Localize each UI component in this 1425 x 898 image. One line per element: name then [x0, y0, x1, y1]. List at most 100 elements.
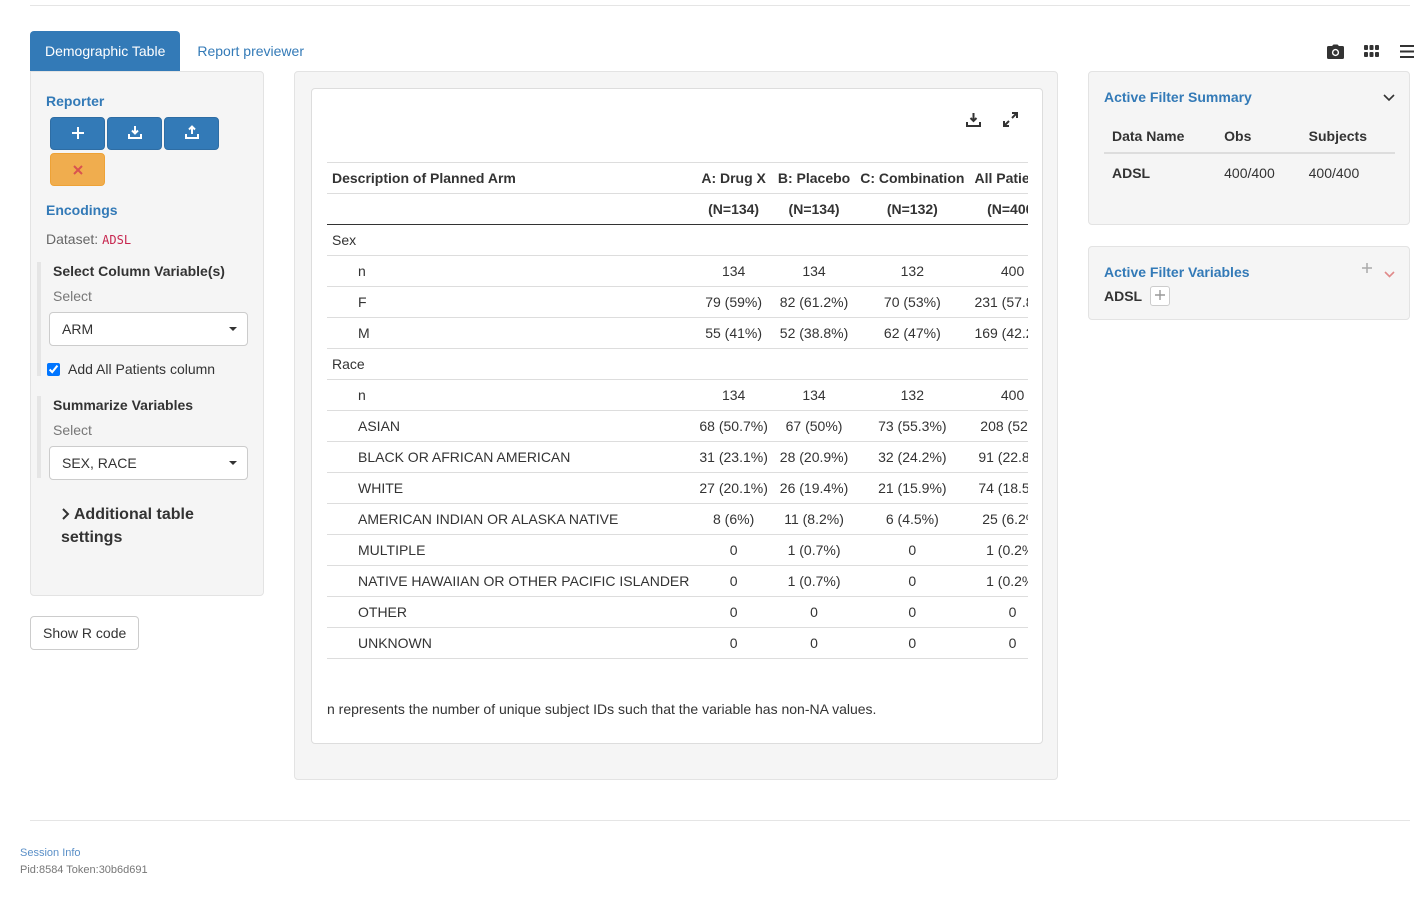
table-cell: 8 (6%) — [694, 503, 773, 535]
table-cell: 400/400 — [1224, 164, 1275, 181]
tab-report-previewer[interactable]: Report previewer — [180, 31, 319, 71]
expand-button[interactable] — [998, 109, 1022, 133]
table-cell: 0 — [772, 596, 856, 628]
column-header: B: Placebo — [772, 162, 856, 194]
table-cell: 231 (57.8%) — [969, 286, 1028, 318]
table-cell: 132 — [855, 255, 970, 287]
table-cell: 134 — [694, 379, 773, 411]
table-subheader-row: (N=134)(N=134)(N=132)(N=400) — [327, 193, 1028, 225]
table-spacer-row — [327, 658, 1028, 682]
table-cell: 400 — [969, 255, 1028, 287]
add-filter-icon[interactable] — [1361, 261, 1373, 277]
table-row: ADSL 400/400 400/400 — [1104, 153, 1395, 191]
download-table-button[interactable] — [961, 109, 985, 133]
row-label: MULTIPLE — [327, 534, 695, 566]
table-row: n 134 134 132 400 — [327, 379, 1028, 411]
table-cell: 208 (52%) — [969, 410, 1028, 442]
row-label: UNKNOWN — [327, 627, 695, 659]
table-cell: 31 (23.1%) — [694, 441, 773, 473]
table-cell: 70 (53%) — [855, 286, 970, 318]
row-label: Race — [327, 348, 695, 380]
row-label-subheader — [327, 193, 695, 225]
table-cell — [969, 224, 1028, 256]
download-icon — [127, 125, 142, 142]
summarize-variables-select[interactable]: SEX, RACE — [49, 446, 248, 480]
row-label: OTHER — [327, 596, 695, 628]
table-row: ASIAN 68 (50.7%) 67 (50%) 73 (55.3%) 208 (52… — [327, 410, 1028, 442]
camera-icon[interactable] — [1317, 40, 1353, 62]
table-row: UNKNOWN 0 0 0 0 — [327, 627, 1028, 659]
row-label: WHITE — [327, 472, 695, 504]
chevron-down-icon[interactable] — [1384, 265, 1395, 281]
top-toolbar — [1317, 40, 1425, 62]
row-label: AMERICAN INDIAN OR ALASKA NATIVE — [327, 503, 695, 535]
row-label-header: Description of Planned Arm — [327, 162, 695, 194]
add-all-patients-checkbox[interactable] — [47, 362, 60, 376]
table-row: WHITE 27 (20.1%) 26 (19.4%) 21 (15.9%) 74 (1… — [327, 472, 1028, 504]
table-cell — [772, 348, 856, 380]
table-cell: 400 — [969, 379, 1028, 411]
table-body: Sex n 134 134 132 400 F 79 (59%) 82 (61.2%) 70 (5… — [327, 224, 1028, 682]
reset-icon — [72, 162, 83, 178]
table-cell: 21 (15.9%) — [855, 472, 970, 504]
table-card: Description of Planned Arm A: Drug X B: Pl… — [311, 88, 1043, 744]
table-cell — [855, 224, 970, 256]
session-info-link[interactable]: Session Info — [20, 847, 81, 859]
reset-report-button[interactable] — [50, 153, 105, 186]
row-label: M — [327, 317, 695, 349]
row-label: NATIVE HAWAIIAN OR OTHER PACIFIC ISLANDE… — [327, 565, 695, 597]
column-variable-select[interactable]: ARM — [49, 312, 248, 346]
table-cell: 169 (42.2%) — [969, 317, 1028, 349]
table-row: NATIVE HAWAIIAN OR OTHER PACIFIC ISLANDE… — [327, 565, 1028, 597]
summarize-variables-value: SEX, RACE — [62, 455, 137, 471]
table-cell: 62 (47%) — [855, 317, 970, 349]
menu-icon[interactable] — [1389, 40, 1425, 62]
table-cell: 1 (0.7%) — [772, 534, 856, 566]
table-cell: 0 — [694, 596, 773, 628]
dataset-label: Dataset: — [46, 231, 99, 247]
table-group-row: Race — [327, 348, 1028, 380]
table-cell: 0 — [694, 534, 773, 566]
column-header: Obs — [1216, 119, 1301, 154]
column-header: C: Combination — [855, 162, 970, 194]
add-card-button[interactable] — [50, 117, 105, 150]
table-cell: 73 (55.3%) — [855, 410, 970, 442]
table-cell: 0 — [694, 627, 773, 659]
table-cell: 26 (19.4%) — [772, 472, 856, 504]
download-report-button[interactable] — [107, 117, 162, 150]
grid-icon[interactable] — [1353, 40, 1389, 62]
demographic-table: Description of Planned Arm A: Drug X B: Pl… — [327, 162, 1028, 682]
tab-demographic-table[interactable]: Demographic Table — [30, 31, 181, 71]
filter-summary-panel: Active Filter Summary Data Name Obs Subj… — [1088, 71, 1410, 225]
table-scroll-area[interactable]: Description of Planned Arm A: Drug X B: Pl… — [327, 162, 1028, 682]
column-count-header: (N=134) — [772, 193, 856, 225]
table-cell: 134 — [772, 379, 856, 411]
add-variable-filter-button[interactable] — [1150, 286, 1171, 306]
table-cell: 0 — [694, 565, 773, 597]
upload-report-button[interactable] — [164, 117, 219, 150]
filter-variables-title: Active Filter Variables — [1104, 264, 1250, 280]
chevron-right-icon — [61, 506, 70, 523]
table-row: n 134 134 132 400 — [327, 255, 1028, 287]
row-label: ASIAN — [327, 410, 695, 442]
column-header: A: Drug X — [694, 162, 773, 194]
column-count-header: (N=132) — [855, 193, 970, 225]
column-header: Data Name — [1104, 119, 1217, 154]
table-cell: 1 (0.2%) — [969, 565, 1028, 597]
table-cell: 134 — [772, 255, 856, 287]
table-cell: 0 — [855, 596, 970, 628]
output-panel: Description of Planned Arm A: Drug X B: Pl… — [294, 71, 1058, 780]
table-cell: 25 (6.2%) — [969, 503, 1028, 535]
table-cell: 52 (38.8%) — [772, 317, 856, 349]
table-cell: 400/400 — [1308, 164, 1360, 181]
column-count-header: (N=134) — [694, 193, 773, 225]
table-cell: 0 — [855, 565, 970, 597]
row-label: BLACK OR AFRICAN AMERICAN — [327, 441, 695, 473]
table-row: BLACK OR AFRICAN AMERICAN 31 (23.1%) 28 (2… — [327, 441, 1028, 473]
show-r-code-button[interactable]: Show R code — [30, 616, 140, 650]
chevron-down-icon[interactable] — [1383, 89, 1395, 105]
dataset-line: Dataset: ADSL — [46, 231, 131, 247]
filter-dataset-row: ADSL — [1104, 286, 1171, 306]
table-cell: 55 (41%) — [694, 317, 773, 349]
additional-settings-toggle[interactable]: Additional table settings — [61, 503, 231, 549]
